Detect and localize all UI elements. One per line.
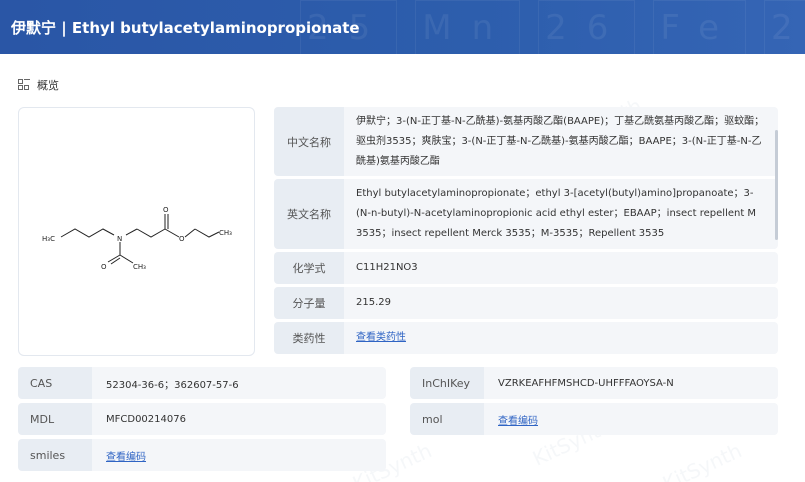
overview-section-header: 概览 [18,77,59,93]
property-value: 伊默宁；3-(N-正丁基-N-乙酰基)-氨基丙酸乙酯(BAAPE)；丁基乙酰氨基… [344,107,778,176]
view-mol-code-link[interactable]: 查看编码 [498,412,538,427]
property-row-chinese-name: 中文名称 伊默宁；3-(N-正丁基-N-乙酰基)-氨基丙酸乙酯(BAAPE)；丁… [274,107,778,176]
property-value: 查看类药性 [344,322,778,354]
property-key: 英文名称 [274,179,344,249]
identifier-value: VZRKEAFHFMSHCD-UHFFFAOYSA-N [484,367,778,399]
atom-label-h3c: H₃C [42,235,55,243]
identifier-key: InChIKey [410,367,484,399]
identifier-value: MFCD00214076 [92,403,386,435]
identifier-value: 52304-36-6；362607-57-6 [92,367,386,399]
property-row-english-name: 英文名称 Ethyl butylacetylaminopropionate；et… [274,179,778,249]
atom-label-o-ester: O [179,235,185,243]
property-value: C11H21NO3 [344,252,778,284]
identifier-key: MDL [18,403,92,435]
watermark: KitSynth [658,438,746,482]
properties-table: 中文名称 伊默宁；3-(N-正丁基-N-乙酰基)-氨基丙酸乙酯(BAAPE)；丁… [274,107,778,357]
view-smiles-code-link[interactable]: 查看编码 [106,448,146,463]
property-key: 中文名称 [274,107,344,176]
property-row-formula: 化学式 C11H21NO3 [274,252,778,284]
identifier-value: 查看编码 [484,403,778,435]
atom-label-ch3-acetyl: CH₃ [133,263,146,271]
property-row-molecular-weight: 分子量 215.29 [274,287,778,319]
scrollbar-thumb[interactable] [775,130,778,240]
overview-grid-icon [18,79,30,91]
property-row-druglikeness: 类药性 查看类药性 [274,322,778,354]
atom-label-ch3-ethyl: CH₃ [219,229,232,237]
identifier-key: smiles [18,439,92,471]
identifier-row-mol: mol 查看编码 [410,403,778,435]
periodic-table-decoration: 25Mn26Fe27CoNiCu [300,0,805,54]
molecule-structure-diagram: H₃C N O O CH₃ O CH₃ [42,206,232,271]
identifier-row-smiles: smiles 查看编码 [18,439,386,471]
atom-label-o-carbonyl: O [163,206,169,214]
property-value: 215.29 [344,287,778,319]
overview-label: 概览 [37,79,59,92]
property-value: Ethyl butylacetylaminopropionate；ethyl 3… [344,179,778,249]
identifier-row-cas: CAS 52304-36-6；362607-57-6 [18,367,386,399]
identifier-key: mol [410,403,484,435]
property-key: 分子量 [274,287,344,319]
atom-label-n: N [117,235,122,243]
view-druglikeness-link[interactable]: 查看类药性 [356,328,406,348]
structure-image: H₃C N O O CH₃ O CH₃ [18,107,255,356]
identifier-key: CAS [18,367,92,399]
atom-label-o-acetyl: O [101,263,107,271]
identifier-row-inchikey: InChIKey VZRKEAFHFMSHCD-UHFFFAOYSA-N [410,367,778,399]
identifier-value: 查看编码 [92,439,386,471]
identifier-row-mdl: MDL MFCD00214076 [18,403,386,435]
page-header: 25Mn26Fe27CoNiCu 伊默宁 | Ethyl butylacetyl… [0,0,805,54]
property-key: 化学式 [274,252,344,284]
property-key: 类药性 [274,322,344,354]
page-title: 伊默宁 | Ethyl butylacetylaminopropionate [11,19,360,37]
